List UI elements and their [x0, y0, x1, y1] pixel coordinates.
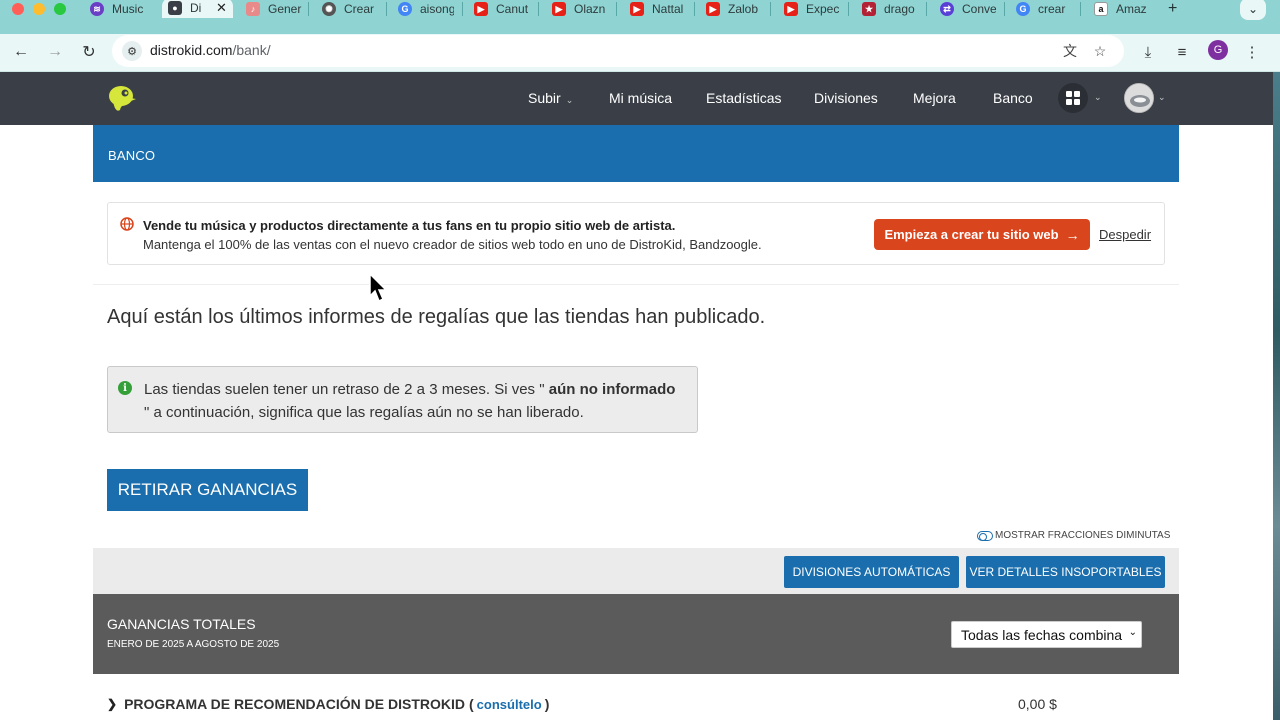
convert-icon: ⇄: [940, 2, 954, 16]
distrokid-logo-icon[interactable]: [106, 83, 138, 115]
browser-tab[interactable]: ✺ Crear: [322, 0, 378, 18]
browser-tab[interactable]: G crear: [1016, 0, 1072, 18]
chevron-down-icon[interactable]: ⌄: [1158, 92, 1166, 103]
nav-subir[interactable]: Subir ⌄: [528, 90, 573, 106]
youtube-icon: ▶: [630, 2, 644, 16]
browser-toolbar: ← → ↻ ⚙ distrokid.com/bank/ 文 ☆ ⤓ ≡ G ⋮: [0, 34, 1280, 72]
toggle-switch[interactable]: [977, 530, 993, 541]
browser-tab[interactable]: ▶ Expec: [784, 0, 840, 18]
youtube-icon: ▶: [784, 2, 798, 16]
close-tab-icon[interactable]: ✕: [216, 0, 227, 16]
download-icon[interactable]: ⤓: [1136, 40, 1160, 64]
mouse-pointer-icon: [369, 272, 388, 303]
youtube-icon: ▶: [706, 2, 720, 16]
browser-tab[interactable]: a Amaz: [1094, 0, 1150, 18]
spotify-icon: ≋: [90, 2, 104, 16]
google-icon: G: [1016, 2, 1030, 16]
youtube-icon: ▶: [552, 2, 566, 16]
url-text[interactable]: distrokid.com/bank/: [150, 42, 271, 58]
dismiss-link[interactable]: Despedir: [1099, 227, 1151, 242]
youtube-icon: ▶: [474, 2, 488, 16]
referral-info-link[interactable]: consúltelo: [477, 697, 542, 712]
browser-tab-active[interactable]: ● Di ✕: [162, 0, 233, 18]
total-earnings-panel: GANANCIAS TOTALES ENERO DE 2025 A AGOSTO…: [93, 594, 1179, 674]
nav-estadisticas[interactable]: Estadísticas: [706, 90, 781, 106]
info-icon: i: [118, 381, 132, 395]
minimize-window-button[interactable]: [33, 3, 45, 15]
nav-mi-musica[interactable]: Mi música: [609, 90, 672, 106]
arrow-right-icon: →: [1065, 226, 1080, 243]
address-bar[interactable]: ⚙ distrokid.com/bank/ 文 ☆: [112, 35, 1124, 67]
toggle-label: MOSTRAR FRACCIONES DIMINUTAS: [995, 530, 1171, 541]
delay-info-box: i Las tiendas suelen tener un retraso de…: [107, 366, 698, 433]
close-window-button[interactable]: [12, 3, 24, 15]
browser-tab[interactable]: ★ drago: [862, 0, 918, 18]
user-avatar[interactable]: [1124, 83, 1154, 113]
browser-tab[interactable]: ⇄ Conve: [940, 0, 996, 18]
referral-label: PROGRAMA DE RECOMENDACIÓN DE DISTROKID: [124, 696, 465, 712]
chevron-down-icon: ⌄: [1126, 627, 1137, 638]
kebab-menu-icon[interactable]: ⋮: [1240, 40, 1264, 64]
site-settings-icon[interactable]: ⚙: [122, 41, 142, 61]
total-earnings-title: GANANCIAS TOTALES: [107, 616, 256, 632]
chevron-right-icon[interactable]: ❯: [107, 697, 117, 711]
new-tab-button[interactable]: +: [1168, 0, 1177, 18]
browser-tab[interactable]: ▶ Canut: [474, 0, 530, 18]
browser-tab[interactable]: ▶ Olazn: [552, 0, 608, 18]
divider: [93, 284, 1179, 285]
browser-tab[interactable]: ▶ Zalob: [706, 0, 762, 18]
tiny-fractions-toggle-row[interactable]: MOSTRAR FRACCIONES DIMINUTAS: [977, 530, 1170, 541]
page-title: BANCO: [108, 148, 156, 163]
chevron-down-icon: ⌄: [565, 95, 574, 105]
maximize-window-button[interactable]: [54, 3, 66, 15]
nav-banco[interactable]: Banco: [993, 90, 1033, 106]
nav-divisiones[interactable]: Divisiones: [814, 90, 878, 106]
google-icon: G: [398, 2, 412, 16]
music-note-icon: ♪: [246, 2, 260, 16]
promo-description: Mantenga el 100% de las ventas con el nu…: [143, 237, 762, 252]
openai-icon: ✺: [322, 2, 336, 16]
withdraw-earnings-button[interactable]: RETIRAR GANANCIAS: [107, 469, 308, 511]
earnings-action-bar: DIVISIONES AUTOMÁTICAS VER DETALLES INSO…: [93, 548, 1179, 594]
referral-amount: 0,00 $: [1018, 696, 1057, 712]
browser-tab[interactable]: ≋ Music: [90, 0, 146, 18]
flag-icon: ★: [862, 2, 876, 16]
promo-title: Vende tu música y productos directamente…: [143, 218, 676, 233]
date-filter-select[interactable]: Todas las fechas combina ⌄: [951, 621, 1142, 648]
boring-details-button[interactable]: VER DETALLES INSOPORTABLES: [966, 556, 1165, 588]
globe-icon: [120, 217, 134, 231]
background-window-strip: [1273, 72, 1280, 720]
auto-splits-button[interactable]: DIVISIONES AUTOMÁTICAS: [784, 556, 959, 588]
browser-tab[interactable]: ▶ Nattal: [630, 0, 686, 18]
translate-icon[interactable]: 文: [1060, 41, 1080, 61]
back-arrow-icon[interactable]: ←: [8, 39, 34, 65]
royalty-reports-heading: Aquí están los últimos informes de regal…: [107, 306, 766, 328]
browser-tab-bar: ≋ Music ● Di ✕ ♪ Gener ✺ Crear G aisong …: [0, 0, 1280, 34]
bookmark-star-icon[interactable]: ☆: [1090, 41, 1110, 61]
browser-tab[interactable]: G aisong: [398, 0, 454, 18]
chevron-down-icon[interactable]: ⌄: [1094, 92, 1102, 103]
apps-grid-icon[interactable]: [1058, 83, 1088, 113]
media-controls-icon[interactable]: ≡: [1170, 40, 1194, 64]
tab-search-chevron-icon[interactable]: ⌄: [1240, 0, 1266, 20]
total-earnings-range: ENERO DE 2025 A AGOSTO DE 2025: [107, 639, 280, 650]
website-promo-banner: Vende tu música y productos directamente…: [107, 202, 1165, 265]
site-navbar: Subir ⌄ Mi música Estadísticas Divisiones…: [0, 72, 1273, 125]
create-website-button[interactable]: Empieza a crear tu sitio web →: [874, 219, 1090, 250]
avatar-image-icon: [1125, 84, 1153, 112]
forward-arrow-icon[interactable]: →: [42, 39, 68, 65]
browser-tab[interactable]: ♪ Gener: [246, 0, 302, 18]
profile-avatar[interactable]: G: [1208, 40, 1228, 60]
reload-icon[interactable]: ↻: [76, 39, 102, 65]
amazon-icon: a: [1094, 2, 1108, 16]
bank-header: BANCO: [93, 125, 1179, 182]
nav-mejora[interactable]: Mejora: [913, 90, 956, 106]
referral-program-row[interactable]: ❯ PROGRAMA DE RECOMENDACIÓN DE DISTROKID…: [107, 696, 549, 712]
info-text: Las tiendas suelen tener un retraso de 2…: [144, 381, 676, 421]
distrokid-icon: ●: [168, 1, 182, 15]
